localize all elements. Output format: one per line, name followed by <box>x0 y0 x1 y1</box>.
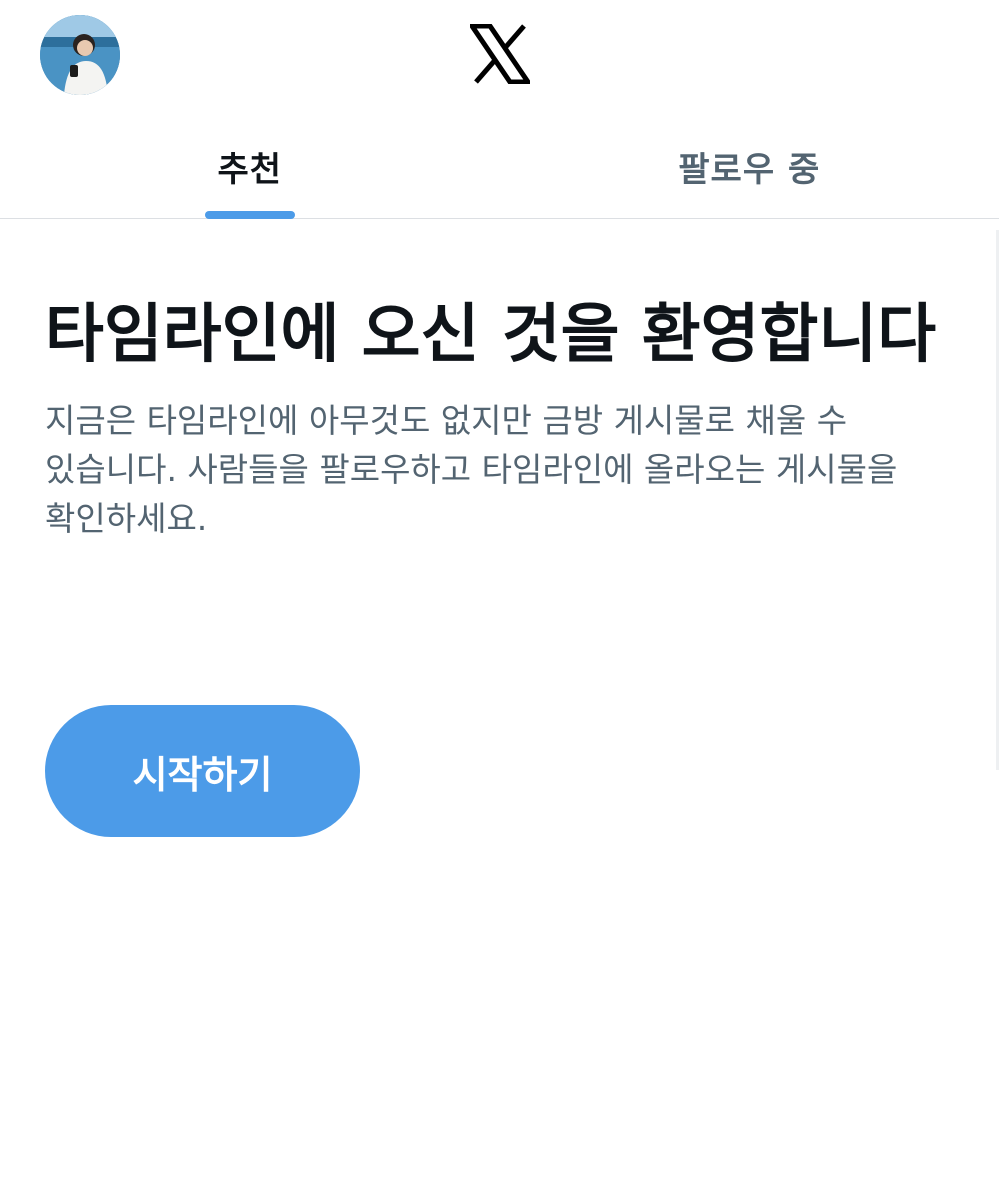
active-tab-indicator <box>204 211 295 219</box>
timeline-tabs: 추천 팔로우 중 <box>0 110 999 219</box>
tab-following[interactable]: 팔로우 중 <box>500 110 999 218</box>
tab-label: 팔로우 중 <box>678 150 821 190</box>
avatar-photo <box>40 15 120 95</box>
top-bar <box>0 0 999 110</box>
empty-state-description: 지금은 타임라인에 아무것도 없지만 금방 게시물로 채울 수 있습니다. 사람… <box>45 401 898 538</box>
get-started-button[interactable]: 시작하기 <box>45 705 360 837</box>
tab-for-you[interactable]: 추천 <box>0 110 500 219</box>
x-logo-icon[interactable] <box>467 23 533 85</box>
profile-avatar[interactable] <box>40 15 120 95</box>
tab-label: 추천 <box>217 150 283 190</box>
page-title: 타임라인에 오신 것을 환영합니다 <box>45 298 937 372</box>
empty-timeline-message: 타임라인에 오신 것을 환영합니다 지금은 타임라인에 아무것도 없지만 금방 … <box>45 292 945 543</box>
